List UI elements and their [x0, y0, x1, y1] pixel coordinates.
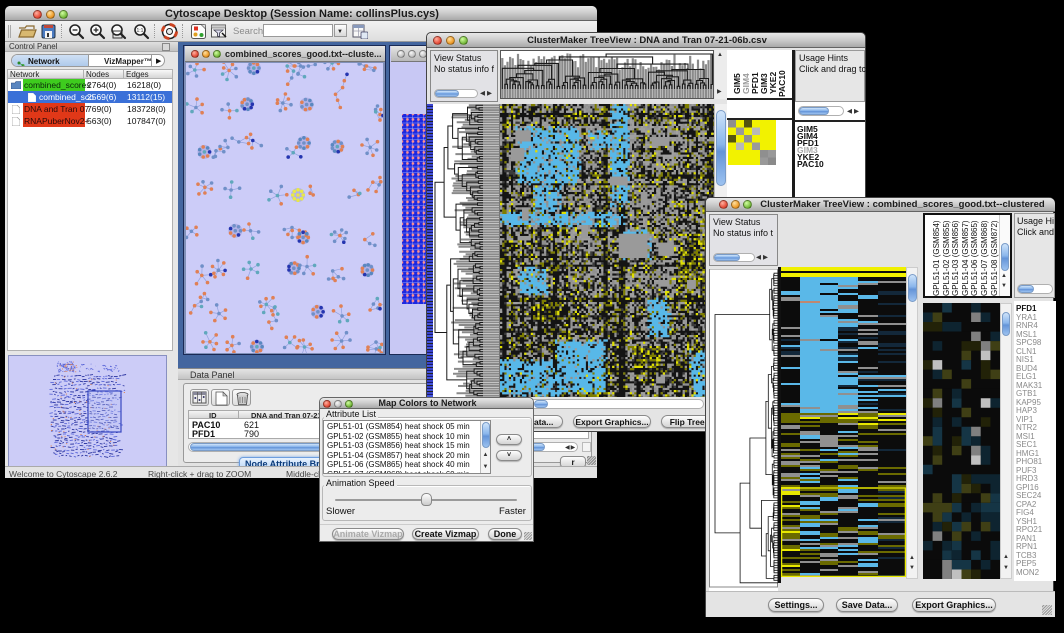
- svg-text:1:1: 1:1: [137, 28, 144, 34]
